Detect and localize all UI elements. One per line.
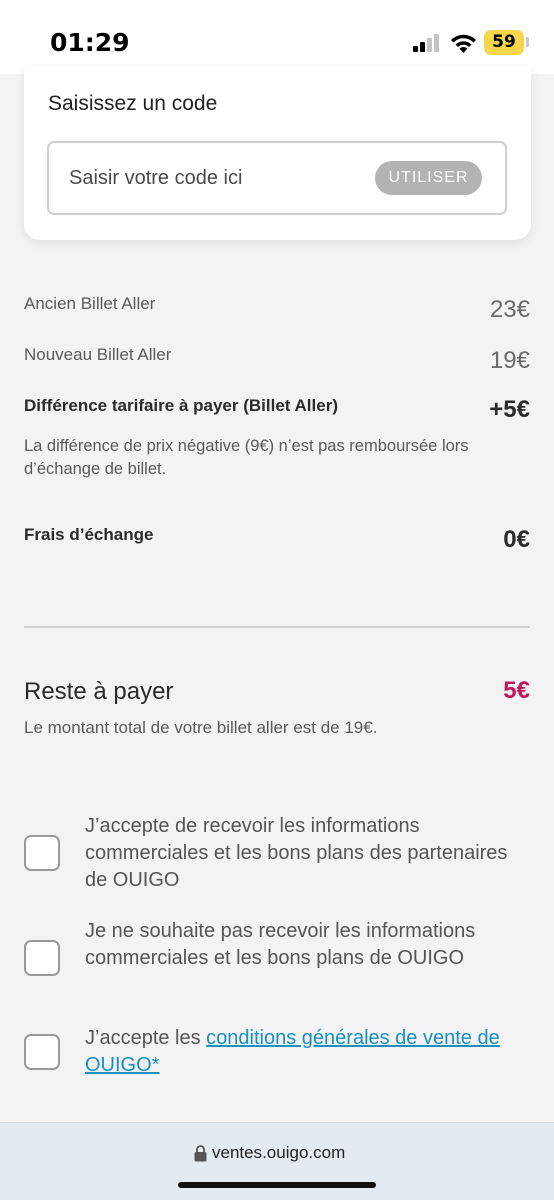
total-amount-note: Le montant total de votre billet aller e… — [24, 718, 378, 737]
new-ticket-label: Nouveau Billet Aller — [24, 345, 172, 364]
new-ticket-price: 19€ — [489, 347, 530, 374]
home-indicator — [178, 1182, 376, 1188]
promo-code-input[interactable] — [69, 163, 359, 193]
exchange-fees-value: 0€ — [503, 526, 530, 553]
consent-optout-text: Je ne souhaite pas recevoir les informat… — [85, 920, 476, 969]
consent-terms-prefix: J’accepte les — [85, 1027, 207, 1049]
price-difference-value: +5€ — [489, 396, 530, 423]
consent-optout-checkbox[interactable] — [24, 940, 60, 976]
promo-code-title: Saisissez un code — [48, 92, 218, 115]
divider — [24, 626, 530, 628]
promo-code-card: Saisissez un code UTILISER — [24, 66, 531, 240]
price-difference-label: Différence tarifaire à payer (Billet All… — [24, 396, 338, 415]
lock-icon — [194, 1145, 207, 1162]
old-ticket-label: Ancien Billet Aller — [24, 294, 156, 313]
remaining-to-pay-value: 5€ — [503, 677, 530, 704]
status-time: 01:29 — [50, 28, 130, 57]
consent-partners-checkbox[interactable] — [24, 835, 60, 871]
refund-note: La différence de prix négative (9€) n’es… — [24, 437, 469, 478]
remaining-to-pay-label: Reste à payer — [24, 678, 174, 705]
consent-terms-text: J’accepte les conditions générales de ve… — [85, 1025, 525, 1079]
cellular-signal-icon — [413, 34, 439, 52]
url-text: ventes.ouigo.com — [212, 1143, 346, 1162]
battery-level: 59 — [484, 30, 524, 55]
apply-code-button[interactable]: UTILISER — [375, 161, 482, 195]
exchange-fees-label: Frais d’échange — [24, 525, 154, 544]
consent-partners-text: J’accepte de recevoir les informations c… — [85, 815, 508, 891]
promo-code-field: UTILISER — [47, 141, 507, 215]
consent-terms-checkbox[interactable] — [24, 1034, 60, 1070]
old-ticket-price: 23€ — [489, 296, 530, 323]
browser-address-bar[interactable]: ventes.ouigo.com — [0, 1122, 554, 1200]
wifi-icon — [451, 34, 476, 53]
battery-tip-icon — [526, 37, 529, 47]
status-bar: 01:29 59 — [0, 0, 554, 74]
